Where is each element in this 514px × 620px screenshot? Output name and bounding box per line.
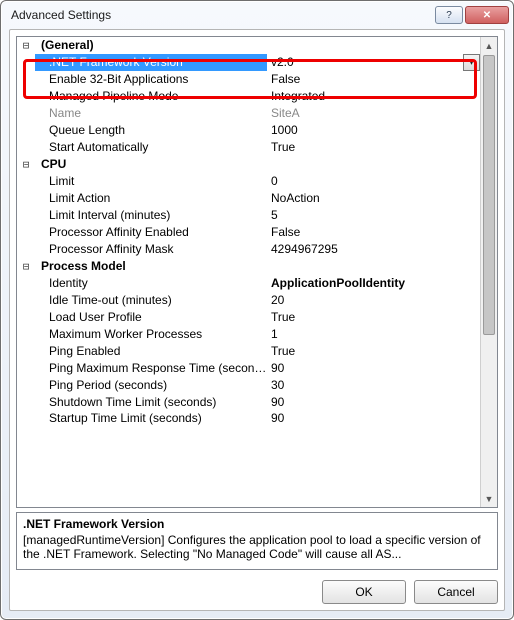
- prop-label: Managed Pipeline Mode: [35, 88, 267, 105]
- prop-label: Shutdown Time Limit (seconds): [35, 394, 267, 411]
- prop-start-automatically[interactable]: Start Automatically True: [17, 139, 480, 156]
- description-title: .NET Framework Version: [23, 517, 491, 531]
- prop-value: NoAction: [267, 190, 480, 207]
- category-process-model[interactable]: ⊟ Process Model: [17, 258, 480, 275]
- prop-label: Ping Enabled: [35, 343, 267, 360]
- prop-name[interactable]: Name SiteA: [17, 105, 480, 122]
- prop-label: Name: [35, 105, 267, 122]
- prop-label: Limit: [35, 173, 267, 190]
- category-cpu[interactable]: ⊟ CPU: [17, 156, 480, 173]
- prop-value: True: [267, 343, 480, 360]
- prop-label: Startup Time Limit (seconds): [35, 410, 267, 427]
- client-area: ⊟ (General) .NET Framework Version v2.0 …: [9, 29, 505, 611]
- prop-value: 90: [267, 360, 480, 377]
- prop-label: Load User Profile: [35, 309, 267, 326]
- prop-load-user-profile[interactable]: Load User Profile True: [17, 309, 480, 326]
- close-button[interactable]: ✕: [465, 6, 509, 24]
- scroll-thumb[interactable]: [483, 55, 495, 335]
- prop-label: Ping Maximum Response Time (seconds): [35, 360, 267, 377]
- prop-label: Processor Affinity Enabled: [35, 224, 267, 241]
- prop-label: Limit Interval (minutes): [35, 207, 267, 224]
- description-body: [managedRuntimeVersion] Configures the a…: [23, 533, 491, 561]
- prop-identity[interactable]: Identity ApplicationPoolIdentity: [17, 275, 480, 292]
- prop-value: 5: [267, 207, 480, 224]
- prop-label: Maximum Worker Processes: [35, 326, 267, 343]
- chevron-down-icon: ▾: [469, 54, 474, 71]
- prop-value: False: [267, 71, 480, 88]
- prop-value: 1000: [267, 122, 480, 139]
- prop-value: 1: [267, 326, 480, 343]
- prop-value: ApplicationPoolIdentity: [267, 275, 480, 292]
- prop-ping-enabled[interactable]: Ping Enabled True: [17, 343, 480, 360]
- prop-limit-action[interactable]: Limit Action NoAction: [17, 190, 480, 207]
- prop-value[interactable]: v2.0: [267, 54, 463, 71]
- prop-value: 90: [267, 410, 480, 427]
- prop-value: True: [267, 139, 480, 156]
- prop-value: Integrated: [267, 88, 480, 105]
- prop-value: 90: [267, 394, 480, 411]
- prop-label: Queue Length: [35, 122, 267, 139]
- dropdown-button[interactable]: ▾: [463, 54, 480, 71]
- collapse-icon[interactable]: ⊟: [17, 156, 35, 173]
- prop-managed-pipeline-mode[interactable]: Managed Pipeline Mode Integrated: [17, 88, 480, 105]
- prop-ping-max-response-time[interactable]: Ping Maximum Response Time (seconds) 90: [17, 360, 480, 377]
- button-bar: OK Cancel: [16, 570, 498, 604]
- prop-enable-32bit[interactable]: Enable 32-Bit Applications False: [17, 71, 480, 88]
- category-general[interactable]: ⊟ (General): [17, 37, 480, 54]
- prop-idle-timeout[interactable]: Idle Time-out (minutes) 20: [17, 292, 480, 309]
- prop-shutdown-time-limit[interactable]: Shutdown Time Limit (seconds) 90: [17, 394, 480, 411]
- prop-value: 30: [267, 377, 480, 394]
- scroll-down-icon[interactable]: ▼: [481, 490, 497, 507]
- prop-value: 20: [267, 292, 480, 309]
- description-pane: .NET Framework Version [managedRuntimeVe…: [16, 512, 498, 570]
- window-title: Advanced Settings: [11, 8, 433, 22]
- collapse-icon[interactable]: ⊟: [17, 37, 35, 54]
- prop-queue-length[interactable]: Queue Length 1000: [17, 122, 480, 139]
- prop-label: Limit Action: [35, 190, 267, 207]
- prop-label: Ping Period (seconds): [35, 377, 267, 394]
- prop-value: 0: [267, 173, 480, 190]
- prop-label: .NET Framework Version: [35, 54, 267, 71]
- prop-value: SiteA: [267, 105, 480, 122]
- help-icon: ?: [446, 10, 452, 21]
- ok-button[interactable]: OK: [322, 580, 406, 604]
- prop-processor-affinity-enabled[interactable]: Processor Affinity Enabled False: [17, 224, 480, 241]
- collapse-icon[interactable]: ⊟: [17, 258, 35, 275]
- prop-label: Idle Time-out (minutes): [35, 292, 267, 309]
- prop-startup-time-limit[interactable]: Startup Time Limit (seconds) 90: [17, 411, 480, 425]
- prop-label: Enable 32-Bit Applications: [35, 71, 267, 88]
- prop-value: True: [267, 309, 480, 326]
- prop-label: Processor Affinity Mask: [35, 241, 267, 258]
- close-icon: ✕: [483, 10, 491, 21]
- prop-label: Start Automatically: [35, 139, 267, 156]
- prop-limit-interval[interactable]: Limit Interval (minutes) 5: [17, 207, 480, 224]
- prop-value: False: [267, 224, 480, 241]
- scroll-up-icon[interactable]: ▲: [481, 37, 497, 54]
- prop-limit[interactable]: Limit 0: [17, 173, 480, 190]
- prop-processor-affinity-mask[interactable]: Processor Affinity Mask 4294967295: [17, 241, 480, 258]
- prop-net-framework-version[interactable]: .NET Framework Version v2.0 ▾: [17, 54, 480, 71]
- titlebar: Advanced Settings ? ✕: [1, 1, 513, 29]
- prop-label: Identity: [35, 275, 267, 292]
- property-grid-list[interactable]: ⊟ (General) .NET Framework Version v2.0 …: [17, 37, 480, 507]
- dialog-window: Advanced Settings ? ✕ ⊟ (General) .NET F…: [0, 0, 514, 620]
- prop-ping-period[interactable]: Ping Period (seconds) 30: [17, 377, 480, 394]
- prop-value: 4294967295: [267, 241, 480, 258]
- prop-max-worker-processes[interactable]: Maximum Worker Processes 1: [17, 326, 480, 343]
- help-button[interactable]: ?: [435, 6, 463, 24]
- vertical-scrollbar[interactable]: ▲ ▼: [480, 37, 497, 507]
- cancel-button[interactable]: Cancel: [414, 580, 498, 604]
- property-grid: ⊟ (General) .NET Framework Version v2.0 …: [16, 36, 498, 508]
